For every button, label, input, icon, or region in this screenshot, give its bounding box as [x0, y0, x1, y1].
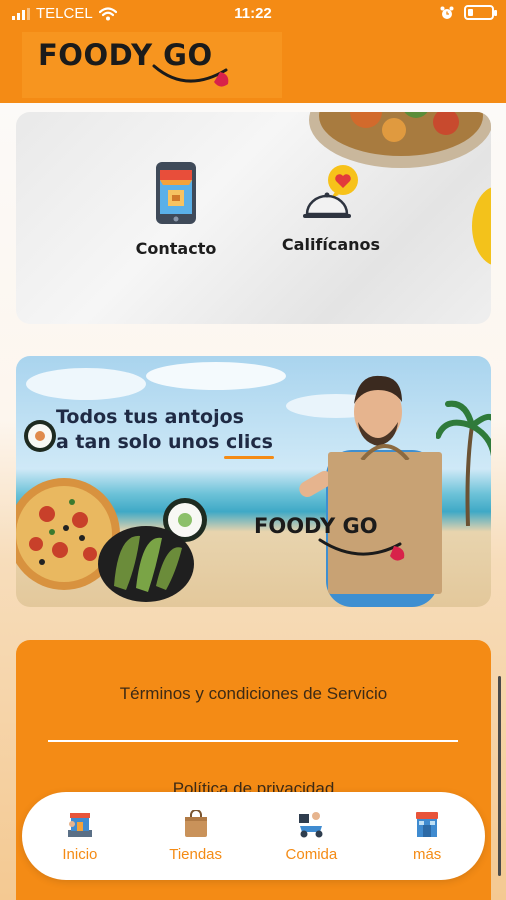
terms-link[interactable]: Términos y condiciones de Servicio: [16, 684, 491, 704]
bag-smile-icon: [318, 538, 405, 561]
app-header: TELCEL 11:22 FOODY GO: [0, 0, 506, 103]
promo-banner[interactable]: Todos tus antojos a tan solo unos clics: [16, 356, 491, 607]
tab-tiendas-label: Tiendas: [169, 845, 223, 863]
store-more-icon: [416, 811, 439, 837]
tab-mas[interactable]: más: [377, 810, 477, 863]
sushi-small-image: [24, 420, 56, 452]
home-shop-icon: [67, 812, 92, 837]
promo-line-2: a tan solo unos clics: [56, 431, 273, 453]
phone-store-icon: [156, 162, 196, 224]
tab-mas-label: más: [412, 845, 442, 863]
tab-tiendas[interactable]: Tiendas: [146, 809, 246, 863]
lemon-image: [472, 187, 491, 265]
contact-label: Contacto: [135, 239, 217, 258]
rate-us-button[interactable]: Califícanos: [266, 162, 396, 254]
brand-logo: FOODY GO: [22, 32, 282, 98]
bottom-tab-bar: Inicio Tiendas Comida más: [22, 792, 485, 880]
clock-time: 11:22: [234, 5, 272, 22]
battery-icon: [464, 5, 497, 20]
bag-handle-icon: [360, 444, 410, 460]
shopping-bag-icon: [184, 809, 207, 837]
links-divider: [48, 740, 458, 742]
tab-comida[interactable]: Comida: [261, 810, 361, 863]
status-right: [440, 5, 497, 20]
promo-underline: [224, 456, 274, 459]
contact-rate-card: Contacto Califícanos: [16, 112, 491, 324]
tab-inicio[interactable]: Inicio: [30, 810, 130, 863]
alarm-icon: [440, 6, 454, 19]
delivery-scooter-icon: [299, 811, 323, 837]
rate-us-label: Califícanos: [281, 235, 381, 254]
tab-inicio-label: Inicio: [62, 845, 98, 863]
tab-comida-label: Comida: [285, 845, 338, 863]
scrollbar[interactable]: [498, 676, 501, 876]
status-bar: TELCEL 11:22: [0, 0, 506, 28]
cloche-heart-icon: [303, 165, 358, 218]
promo-line-1: Todos tus antojos: [56, 406, 244, 428]
tacos-image: [98, 526, 194, 602]
contact-button[interactable]: Contacto: [116, 160, 236, 258]
bag-brand-text: FOODY GO: [254, 514, 378, 538]
logo-smile-icon: [152, 64, 229, 87]
